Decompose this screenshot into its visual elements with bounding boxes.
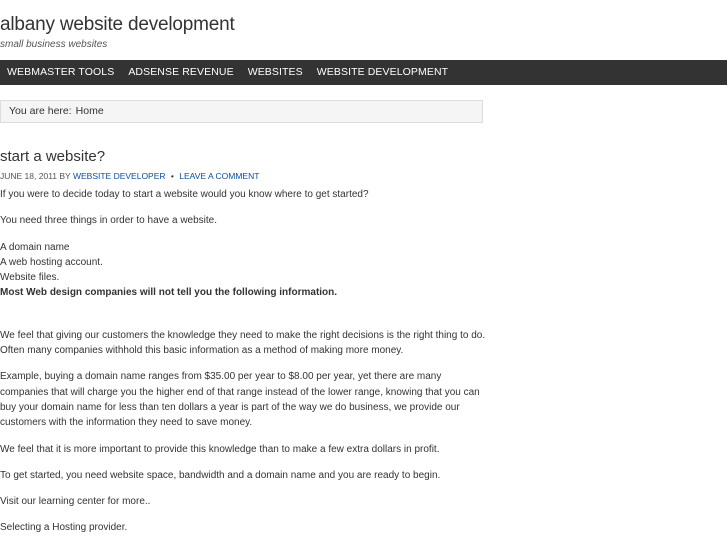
post-author-link[interactable]: WEBSITE DEVELOPER xyxy=(73,171,166,181)
nav-item-adsense-revenue[interactable]: ADSENSE REVENUE xyxy=(121,60,240,85)
post: start a website? JUNE 18, 2011 BY WEBSIT… xyxy=(0,147,490,536)
site-description: small business websites xyxy=(0,39,108,50)
nav-item-webmaster-tools[interactable]: WEBMASTER TOOLS xyxy=(0,60,121,85)
nav-item-websites[interactable]: WEBSITES xyxy=(241,60,310,85)
entry-paragraph: buy your domain name for less than ten d… xyxy=(0,401,460,413)
entry-paragraph: We feel that giving our customers the kn… xyxy=(0,329,486,341)
entry-paragraph: Example, buying a domain name ranges fro… xyxy=(0,371,442,383)
post-title[interactable]: start a website? xyxy=(0,147,490,167)
breadcrumb-home-link[interactable]: Home xyxy=(76,105,104,117)
post-by: BY xyxy=(59,171,71,181)
entry-paragraph: Visit our learning center for more.. xyxy=(0,496,151,508)
entry-paragraph: You need three things in order to have a… xyxy=(0,215,218,227)
list-item: Website files. xyxy=(0,272,60,284)
breadcrumb: You are here: Home xyxy=(0,100,483,123)
post-meta: JUNE 18, 2011 BY WEBSITE DEVELOPER • LEA… xyxy=(0,170,490,182)
entry-paragraph: We feel that it is more important to pro… xyxy=(0,443,440,455)
entry-paragraph: Often many companies withhold this basic… xyxy=(0,345,404,357)
bold-notice: Most Web design companies will not tell … xyxy=(0,287,338,299)
leave-comment-link[interactable]: LEAVE A COMMENT xyxy=(179,171,259,181)
list-item: A domain name xyxy=(0,241,70,253)
entry-paragraph: To get started, you need website space, … xyxy=(0,469,441,481)
nav-item-website-development[interactable]: WEBSITE DEVELOPMENT xyxy=(310,60,455,85)
list-item: A web hosting account. xyxy=(0,256,103,268)
site-header: albany website development small busines… xyxy=(0,0,727,60)
meta-separator: • xyxy=(170,171,174,181)
entry-paragraph: companies that will charge you the highe… xyxy=(0,386,480,398)
entry-paragraph: Selecting a Hosting provider. xyxy=(0,522,128,534)
entry-paragraph: customers with the information they need… xyxy=(0,417,253,429)
breadcrumb-prefix: You are here: xyxy=(9,105,72,117)
post-entry: If you were to decide today to start a w… xyxy=(0,182,490,536)
site-title[interactable]: albany website development xyxy=(0,14,235,36)
post-date: JUNE 18, 2011 xyxy=(0,171,58,181)
main-navigation: WEBMASTER TOOLS ADSENSE REVENUE WEBSITES… xyxy=(0,60,727,85)
entry-paragraph: If you were to decide today to start a w… xyxy=(0,189,369,200)
